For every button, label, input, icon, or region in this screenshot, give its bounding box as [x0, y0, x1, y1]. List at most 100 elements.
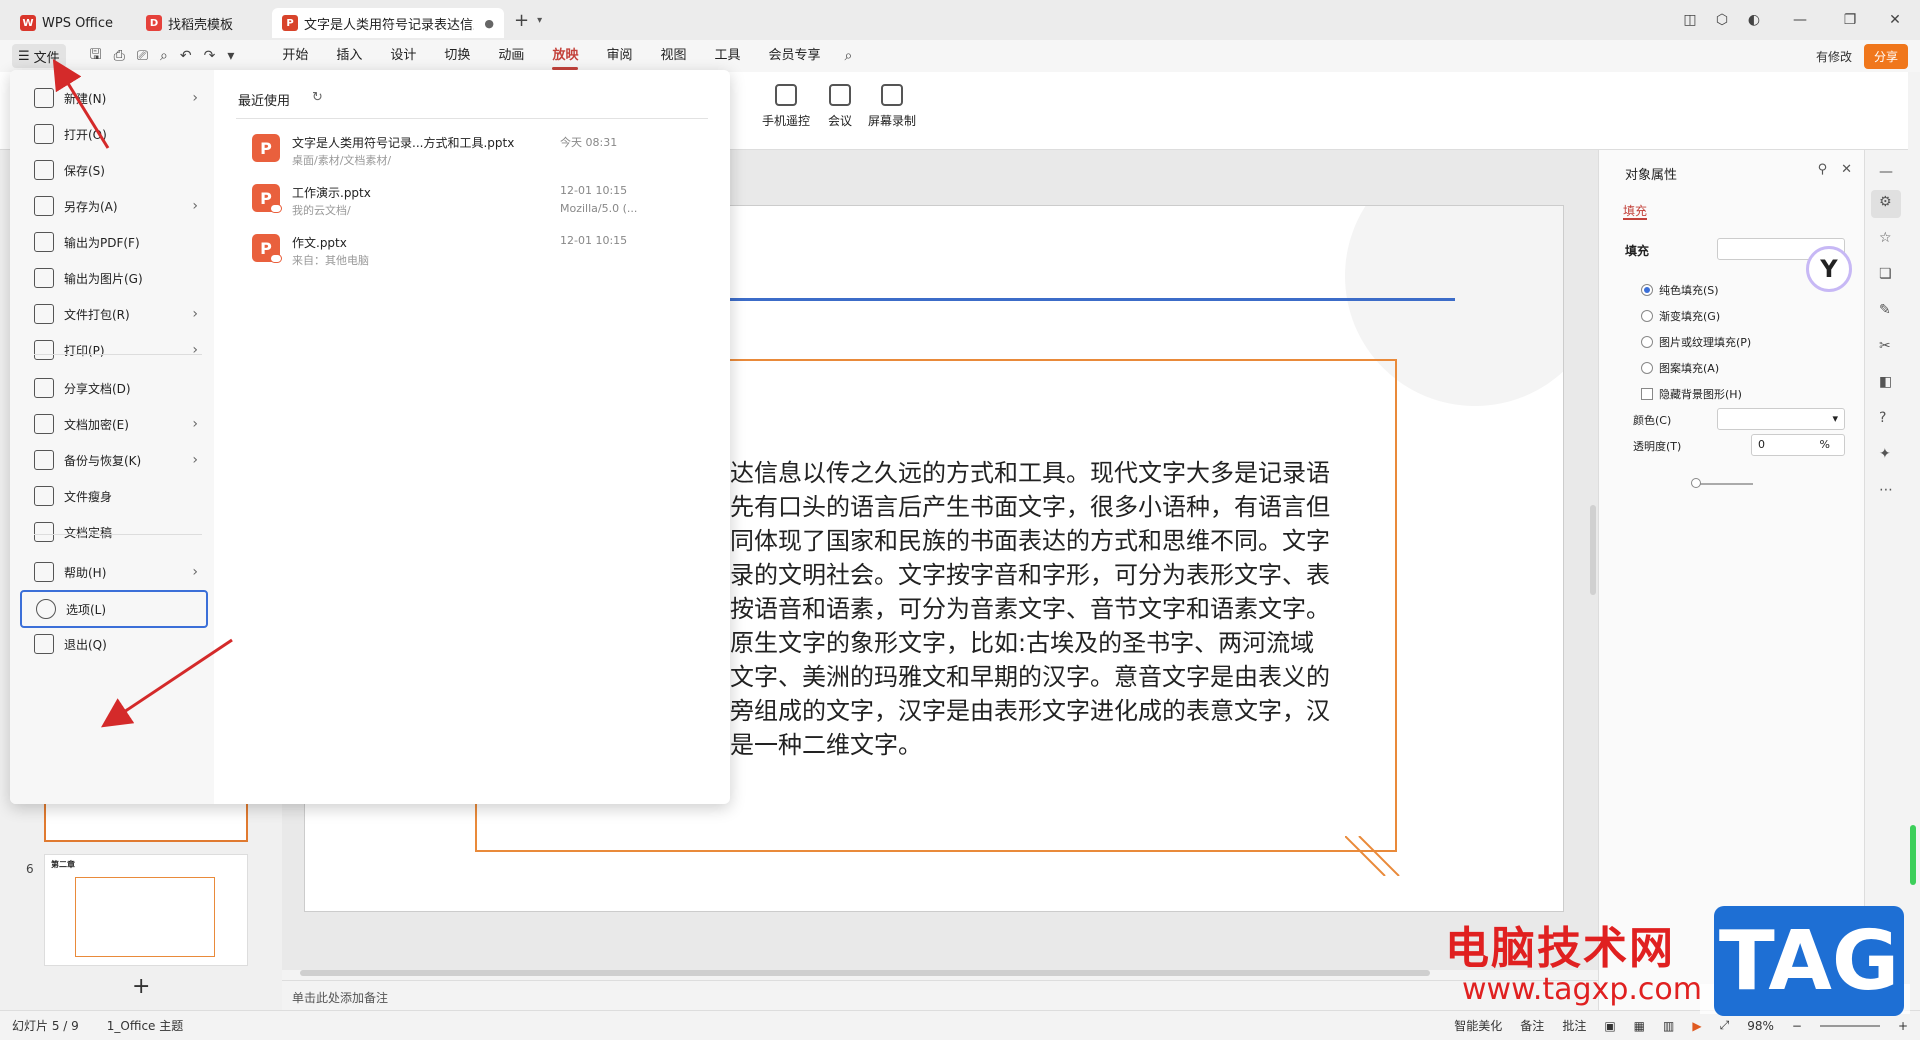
recent-file-item[interactable]: P 作文.pptx 来自：其他电脑 12-01 10:15	[248, 228, 708, 274]
chevron-down-icon[interactable]: ▾	[227, 48, 234, 64]
radio-off[interactable]	[1641, 336, 1653, 348]
menu-0[interactable]: 开始	[268, 40, 322, 72]
tab-wps-office[interactable]: W WPS Office	[10, 8, 132, 38]
file-menu-item-2[interactable]: 保存(S)	[20, 152, 208, 188]
pattern-fill-option[interactable]: 图案填充(A)	[1641, 360, 1719, 376]
more-icon[interactable]: ⋯	[1879, 482, 1893, 498]
collapse-icon[interactable]: —	[1879, 164, 1893, 180]
transparency-slider[interactable]	[1695, 483, 1753, 485]
zoom-level[interactable]: 98%	[1747, 1019, 1774, 1033]
star-icon[interactable]: ☆	[1879, 230, 1892, 246]
radio-on[interactable]	[1641, 284, 1653, 296]
tools-icon[interactable]: ✂	[1879, 338, 1891, 354]
menu-5[interactable]: 放映	[538, 40, 592, 72]
normal-view-icon[interactable]: ▣	[1604, 1019, 1615, 1033]
solid-fill-option[interactable]: 纯色填充(S)	[1641, 282, 1719, 298]
notes-pane[interactable]: 单击此处添加备注	[282, 980, 1598, 1010]
close-panel-icon[interactable]: ✕	[1841, 162, 1852, 177]
file-menu-item-1[interactable]: 打开(O)	[20, 116, 208, 152]
file-menu-item-14[interactable]: 选项(L)	[20, 590, 208, 628]
menu-8[interactable]: 工具	[700, 40, 754, 72]
phone-remote-button[interactable]: 手机遥控	[762, 84, 810, 129]
restore-icon[interactable]: ❐	[1830, 12, 1870, 28]
layout-icon[interactable]: ◫	[1674, 12, 1706, 28]
new-tab-icon[interactable]: +	[514, 10, 529, 31]
recent-file-item[interactable]: P 文字是人类用符号记录...方式和工具.pptx 桌面/素材/文档素材/今天 08…	[248, 128, 708, 174]
file-menu-item-8[interactable]: 分享文档(D)	[20, 370, 208, 406]
export-icon[interactable]: ⎙	[114, 48, 125, 64]
search-icon[interactable]: ⌕	[845, 48, 853, 64]
avatar[interactable]: ◐	[1738, 12, 1770, 28]
undo-icon[interactable]: ↶	[180, 48, 192, 64]
horizontal-scrollbar[interactable]	[300, 970, 1430, 976]
file-menu-item-6[interactable]: 文件打包(R) ›	[20, 296, 208, 332]
radio-off[interactable]	[1641, 362, 1653, 374]
vertical-scrollbar[interactable]	[1590, 505, 1596, 595]
pin-icon[interactable]: ⚲	[1818, 162, 1828, 177]
menu-4[interactable]: 动画	[484, 40, 538, 72]
slide-body-text[interactable]: 达信息以传之久远的方式和工具。现代文字大多是记录语 先有口头的语言后产生书面文字，…	[730, 456, 1350, 762]
zoom-out-icon[interactable]: −	[1792, 1019, 1802, 1033]
file-menu-item-0[interactable]: 新建(N) ›	[20, 80, 208, 116]
file-menu-item-13[interactable]: 帮助(H) ›	[20, 554, 208, 590]
radio-off[interactable]	[1641, 310, 1653, 322]
close-icon[interactable]: ✕	[1870, 12, 1920, 28]
reading-view-icon[interactable]: ▥	[1663, 1019, 1674, 1033]
minimize-icon[interactable]: —	[1770, 12, 1830, 28]
tab-document[interactable]: P 文字是人类用符号记录表达信息以 ●	[272, 8, 504, 38]
chevron-down-icon[interactable]: ▾	[537, 15, 542, 26]
menu-3[interactable]: 切换	[430, 40, 484, 72]
help-icon[interactable]: ?	[1879, 410, 1886, 426]
fit-icon[interactable]: ⤢	[1720, 1018, 1730, 1033]
modified-button[interactable]: 有修改	[1816, 48, 1852, 65]
print-icon[interactable]: ⎚	[137, 48, 148, 64]
menu-7[interactable]: 视图	[646, 40, 700, 72]
tab-fill[interactable]: 填充	[1623, 202, 1647, 219]
share-button[interactable]: 分享	[1863, 44, 1908, 69]
menu-2[interactable]: 设计	[376, 40, 430, 72]
color-select[interactable]: ▾	[1717, 408, 1845, 430]
notes-button[interactable]: 备注	[1520, 1017, 1544, 1034]
hide-background-option[interactable]: 隐藏背景图形(H)	[1641, 386, 1742, 402]
sliders-icon[interactable]: ⚙	[1879, 194, 1892, 210]
file-menu-item-12[interactable]: 文档定稿	[20, 514, 208, 550]
file-menu-item-10[interactable]: 备份与恢复(K) ›	[20, 442, 208, 478]
recent-file-item[interactable]: P 工作演示.pptx 我的云文档/12-01 10:15 Mozilla/5.0 (…	[248, 178, 708, 224]
slide-thumbnail-6[interactable]: 第二章	[44, 854, 248, 966]
file-menu-item-7[interactable]: 打印(P) ›	[20, 332, 208, 368]
screen-record-button[interactable]: 屏幕录制	[868, 84, 916, 129]
menu-1[interactable]: 插入	[322, 40, 376, 72]
picture-fill-option[interactable]: 图片或纹理填充(P)	[1641, 334, 1751, 350]
zoom-slider[interactable]	[1819, 1024, 1880, 1027]
meeting-button[interactable]: 会议	[828, 84, 852, 129]
save-icon[interactable]: 🖫	[90, 44, 102, 68]
theme-name[interactable]: 1_Office 主题	[107, 1017, 183, 1034]
menu-6[interactable]: 审阅	[592, 40, 646, 72]
shapes-icon[interactable]: ❏	[1879, 266, 1892, 282]
file-menu-item-15[interactable]: 退出(Q)	[20, 626, 208, 662]
menu-9[interactable]: 会员专享	[755, 40, 835, 72]
play-icon[interactable]: ▶	[1692, 1019, 1701, 1033]
redo-icon[interactable]: ↷	[204, 48, 216, 64]
fill-section-title[interactable]: 填充	[1625, 242, 1649, 259]
refresh-icon[interactable]: ↻	[312, 90, 323, 105]
add-slide-icon[interactable]: +	[132, 974, 150, 999]
file-menu-item-3[interactable]: 另存为(A) ›	[20, 188, 208, 224]
slider-knob[interactable]	[1691, 478, 1701, 488]
preview-icon[interactable]: ⌕	[160, 48, 168, 64]
file-menu-item-4[interactable]: 输出为PDF(F)	[20, 224, 208, 260]
file-menu-item-11[interactable]: 文件瘦身	[20, 478, 208, 514]
animation-icon[interactable]: ✎	[1879, 302, 1891, 318]
cube-icon[interactable]: ⬡	[1706, 12, 1738, 28]
apps-icon[interactable]: ✦	[1879, 446, 1891, 462]
close-tab-icon[interactable]: ●	[484, 17, 494, 30]
backup-icon[interactable]: ◧	[1879, 374, 1892, 390]
ai-assistant-icon[interactable]: Y	[1806, 246, 1852, 292]
file-menu-button[interactable]: ☰ 文件	[12, 44, 66, 68]
comments-button[interactable]: 批注	[1562, 1017, 1586, 1034]
tab-template[interactable]: D 找稻壳模板	[136, 8, 268, 38]
gradient-fill-option[interactable]: 渐变填充(G)	[1641, 308, 1720, 324]
checkbox[interactable]	[1641, 388, 1653, 400]
beautify-button[interactable]: 智能美化	[1454, 1017, 1502, 1034]
file-menu-item-9[interactable]: 文档加密(E) ›	[20, 406, 208, 442]
